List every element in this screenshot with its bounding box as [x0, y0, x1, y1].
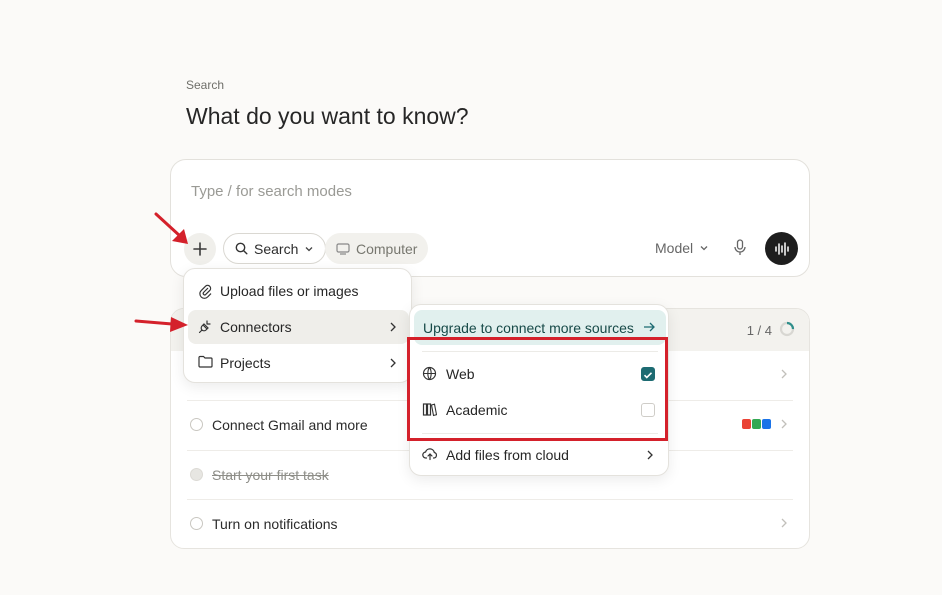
chevron-right-icon [390, 322, 396, 332]
page-eyebrow: Search [186, 78, 225, 92]
chevron-down-icon [700, 246, 708, 251]
task-row[interactable]: Turn on notifications [187, 499, 793, 548]
query-card: Search Computer Model [170, 159, 810, 277]
menu-item-label: Connectors [220, 319, 292, 335]
computer-mode-button[interactable]: Computer [325, 233, 429, 264]
model-dropdown[interactable]: Model [655, 240, 709, 256]
voice-mode-button[interactable] [765, 232, 798, 265]
waveform-icon [774, 241, 789, 256]
attach-menu: Upload files or images Connectors Projec… [183, 268, 412, 383]
add-files-from-cloud[interactable]: Add files from cloud [414, 438, 666, 472]
plug-icon [198, 320, 211, 334]
task-status-circle [190, 468, 203, 481]
plus-icon [193, 242, 207, 256]
page-title: What do you want to know? [186, 103, 469, 129]
folder-icon [198, 355, 213, 368]
tasks-progress: 1 / 4 [746, 323, 772, 338]
task-label: Connect Gmail and more [212, 417, 368, 433]
menu-item-label: Projects [220, 355, 271, 371]
task-status-circle [190, 517, 203, 530]
paperclip-icon [199, 284, 212, 299]
upgrade-label: Upgrade to connect more sources [423, 320, 634, 336]
menu-item-upload[interactable]: Upload files or images [188, 274, 409, 308]
annotation-highlight-box [407, 337, 668, 441]
cloud-upload-icon [422, 448, 438, 461]
menu-item-projects[interactable]: Projects [188, 346, 409, 380]
chevron-right-icon [781, 518, 787, 528]
app-logos-icon [742, 419, 771, 429]
progress-ring-icon [779, 321, 795, 337]
model-label: Model [655, 240, 694, 256]
chevron-right-icon [647, 450, 653, 460]
task-status-circle [190, 418, 203, 431]
task-label: Start your first task [212, 467, 329, 483]
search-mode-dropdown[interactable]: Search [223, 233, 327, 264]
search-mode-label: Search [254, 240, 299, 257]
computer-icon [336, 242, 350, 255]
arrow-right-icon [644, 322, 655, 332]
menu-item-connectors[interactable]: Connectors [188, 310, 409, 344]
menu-item-label: Upload files or images [220, 283, 359, 299]
microphone-icon[interactable] [733, 239, 747, 256]
computer-mode-label: Computer [356, 240, 418, 257]
task-label: Turn on notifications [212, 516, 338, 532]
chevron-right-icon [781, 419, 787, 429]
chevron-right-icon [390, 358, 396, 368]
query-input[interactable] [191, 180, 751, 202]
chevron-right-icon [781, 369, 787, 379]
attach-button[interactable] [184, 233, 216, 265]
cloud-label: Add files from cloud [446, 447, 569, 463]
search-icon [235, 242, 248, 255]
chevron-down-icon [305, 246, 313, 251]
